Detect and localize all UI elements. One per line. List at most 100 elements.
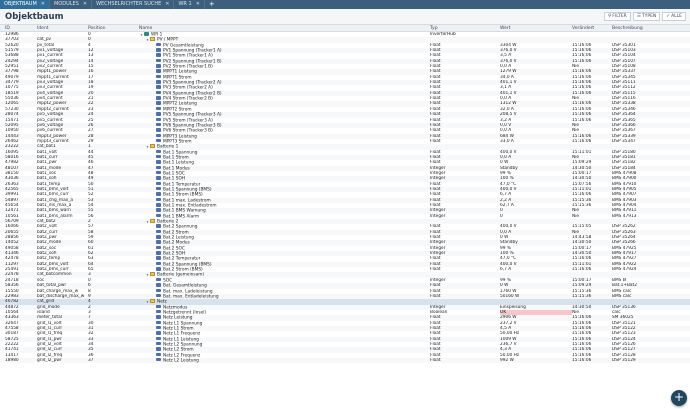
- variable-icon: [156, 42, 161, 47]
- cell-typ: Float: [430, 357, 441, 363]
- table-row[interactable]: 18980 grid_l2_pwr 37 Netz L2 Leistung Float 9…: [0, 357, 690, 364]
- folder-icon: [150, 144, 155, 149]
- variable-icon: [156, 320, 161, 325]
- folder-icon: [150, 37, 155, 42]
- cell-name: Netz L2 Leistung: [139, 357, 429, 364]
- tab-bar: OBJEKTBAUM ✕ MODULES ✕ WECHSELRICHTER SUCHE ✕…: [0, 0, 690, 9]
- cell-ident: grid_l2_pwr: [37, 357, 62, 363]
- variable-icon: [156, 154, 161, 159]
- tab-0[interactable]: OBJEKTBAUM ✕: [0, 0, 50, 9]
- variable-icon: [156, 283, 161, 287]
- col-id[interactable]: ID: [5, 25, 35, 32]
- all-button[interactable]: ✓ ALLE: [662, 12, 686, 21]
- tab-1[interactable]: MODULES ✕: [50, 0, 93, 9]
- folder-icon: [150, 299, 155, 304]
- variable-icon: [156, 176, 161, 180]
- filter-button[interactable]: ⚲ FILTER: [603, 12, 631, 21]
- variable-icon: [156, 170, 161, 175]
- variable-icon: [156, 325, 161, 330]
- col-ident[interactable]: Ident: [37, 25, 87, 32]
- variable-icon: [156, 165, 161, 170]
- tab-label: OBJEKTBAUM: [4, 1, 37, 7]
- variable-icon: [156, 331, 161, 335]
- col-typ[interactable]: Typ: [430, 25, 500, 32]
- col-position[interactable]: Position: [88, 25, 138, 32]
- variable-icon: [156, 186, 161, 191]
- col-beschreibung[interactable]: Beschreibung: [612, 25, 688, 32]
- variable-icon: [156, 138, 161, 143]
- variable-icon: [156, 69, 161, 73]
- variable-icon: [156, 309, 161, 314]
- variable-icon: [156, 192, 161, 196]
- variable-icon: [156, 229, 161, 234]
- tab-label: WR 1: [178, 1, 192, 7]
- variable-icon: [156, 341, 161, 346]
- table-header: ID Ident Position Name Typ Wert Veränder…: [0, 25, 690, 32]
- variable-icon: [156, 85, 161, 89]
- tab-3[interactable]: WR 1 ✕: [174, 0, 205, 9]
- variable-icon: [156, 112, 161, 116]
- variable-icon: [156, 48, 161, 52]
- variable-icon: [156, 203, 161, 207]
- add-button[interactable]: +: [671, 390, 687, 406]
- variable-icon: [156, 267, 161, 271]
- variable-icon: [156, 160, 161, 164]
- variable-icon: [156, 235, 161, 239]
- folder-icon: [150, 219, 155, 224]
- close-icon[interactable]: ✕: [165, 0, 169, 9]
- toolbar: ⚲ FILTER ☰ TYPEN ✓ ALLE: [603, 12, 686, 21]
- variable-icon: [156, 96, 161, 100]
- close-icon[interactable]: ✕: [196, 0, 200, 9]
- variable-icon: [156, 256, 161, 260]
- row-name: Netz L2 Leistung: [163, 358, 199, 364]
- variable-icon: [156, 304, 161, 309]
- page-title: Objektbaum: [5, 12, 64, 22]
- tab-label: WECHSELRICHTER SUCHE: [96, 1, 162, 7]
- variable-icon: [156, 347, 161, 351]
- variable-icon: [156, 357, 161, 362]
- variable-icon: [156, 128, 161, 132]
- col-veraendert[interactable]: Verändert: [572, 25, 612, 32]
- variable-icon: [156, 80, 161, 84]
- object-tree-table: 12986 0 ▾ WR 1 InverterHub 37703 cat_pv 0 ▾ PV / …: [0, 32, 690, 409]
- variable-icon: [156, 58, 161, 63]
- close-icon[interactable]: ✕: [41, 0, 45, 9]
- variable-icon: [156, 117, 161, 121]
- variable-icon: [156, 122, 161, 127]
- cell-wert: 992 W: [500, 357, 514, 363]
- variable-icon: [156, 197, 161, 202]
- filter-icon: ⚲: [607, 13, 612, 19]
- variable-icon: [156, 315, 161, 319]
- variable-icon: [156, 208, 161, 212]
- variable-icon: [156, 293, 161, 298]
- close-icon[interactable]: ✕: [83, 0, 87, 9]
- variable-icon: [156, 277, 161, 282]
- instance-icon: [144, 32, 149, 36]
- variable-icon: [156, 245, 161, 250]
- variable-icon: [156, 336, 161, 341]
- variable-icon: [156, 181, 161, 186]
- variable-icon: [156, 101, 161, 105]
- variable-icon: [156, 251, 161, 255]
- variable-icon: [156, 53, 161, 57]
- tab-label: MODULES: [53, 1, 79, 7]
- title-bar: Objektbaum ⚲ FILTER ☰ TYPEN ✓ ALLE: [0, 9, 690, 25]
- types-button[interactable]: ☰ TYPEN: [632, 12, 661, 21]
- variable-icon: [156, 240, 161, 244]
- variable-icon: [156, 352, 161, 357]
- col-name[interactable]: Name: [139, 25, 429, 32]
- add-tab-icon[interactable]: +: [205, 0, 219, 9]
- list-icon: ☰: [636, 13, 641, 19]
- folder-icon: [150, 272, 155, 277]
- variable-icon: [156, 224, 161, 228]
- variable-icon: [156, 64, 161, 68]
- variable-icon: [156, 106, 161, 111]
- variable-icon: [156, 213, 161, 218]
- col-wert[interactable]: Wert: [500, 25, 572, 32]
- cell-ver: 15:16:06: [572, 357, 592, 363]
- cell-bes: DSP 35129: [612, 357, 636, 363]
- tab-2[interactable]: WECHSELRICHTER SUCHE ✕: [92, 0, 175, 9]
- cell-pos: 37: [88, 357, 94, 363]
- variable-icon: [156, 261, 161, 266]
- cell-id: 18980: [5, 357, 19, 363]
